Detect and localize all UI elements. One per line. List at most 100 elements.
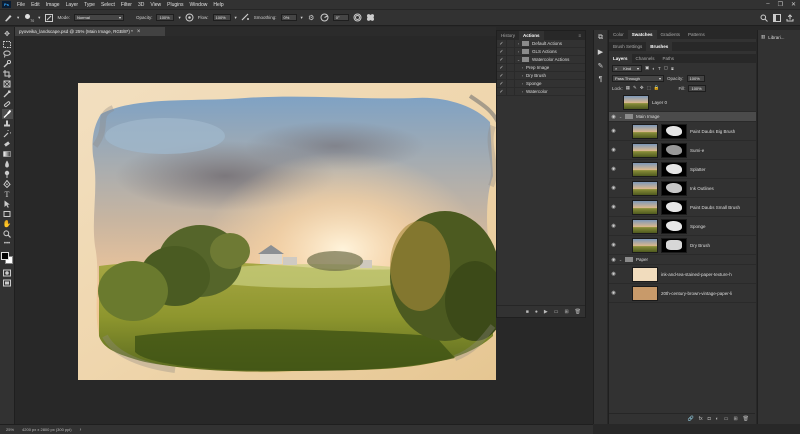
new-action-icon[interactable]: ⊞ [564, 309, 568, 315]
preset-dropdown-caret[interactable]: ▾ [17, 15, 19, 21]
layer-row[interactable]: ◉ Paint Daubs Big Brush [609, 122, 756, 141]
menu-help[interactable]: Help [210, 2, 226, 8]
dialog-toggle[interactable] [506, 87, 515, 96]
eye-icon[interactable]: ◉ [609, 204, 618, 210]
more-tools-icon[interactable]: ••• [2, 239, 13, 249]
quick-mask-icon[interactable] [2, 268, 13, 278]
layer-opacity-field[interactable]: 100% [686, 74, 705, 82]
filter-shape-icon[interactable]: ▢ [664, 65, 668, 71]
marquee-tool-icon[interactable] [2, 39, 13, 49]
layer-row[interactable]: ◉ Ink Outlines [609, 179, 756, 198]
document-canvas[interactable] [15, 36, 496, 424]
status-arrow-icon[interactable]: › [80, 427, 82, 433]
symmetry-butterfly-icon[interactable] [366, 13, 375, 22]
eye-icon[interactable]: ◉ [609, 114, 618, 120]
link-layers-icon[interactable]: 🔗 [688, 416, 694, 422]
zoom-level[interactable]: 25% [6, 427, 14, 432]
eye-icon[interactable]: ◉ [609, 166, 618, 172]
toggle-checkmark-icon[interactable]: ✓ [497, 49, 506, 55]
layer-row[interactable]: ◉ 20th-century-brown-vintage-paper-li [609, 284, 756, 303]
eye-icon[interactable]: ◉ [609, 128, 618, 134]
eyedropper-tool-icon[interactable] [2, 89, 13, 99]
toggle-checkmark-icon[interactable]: ✓ [497, 65, 506, 71]
smoothing-caret[interactable]: ▾ [301, 15, 303, 21]
smoothing-options-gear-icon[interactable]: ⚙ [307, 13, 316, 22]
add-mask-icon[interactable]: ◘ [708, 416, 711, 422]
eye-icon[interactable]: ◉ [609, 290, 618, 296]
chevron-right-icon[interactable]: › [515, 49, 522, 54]
tab-gradients[interactable]: Gradients [657, 30, 685, 39]
menu-image[interactable]: Image [43, 2, 63, 8]
photoshop-logo[interactable]: Ps [2, 1, 11, 8]
pressure-opacity-icon[interactable] [185, 13, 194, 22]
chevron-right-icon[interactable]: › [515, 41, 522, 46]
menu-edit[interactable]: Edit [28, 2, 43, 8]
blend-mode-select[interactable]: Pass Through ▾ [612, 74, 664, 82]
blur-tool-icon[interactable] [2, 159, 13, 169]
chevron-right-icon[interactable]: › [519, 65, 526, 70]
layer-filter-select[interactable]: ⌕ Kind ▾ [612, 64, 642, 72]
clone-stamp-tool-icon[interactable] [2, 119, 13, 129]
type-tool-icon[interactable]: T [2, 189, 13, 199]
crop-tool-icon[interactable] [2, 69, 13, 79]
tab-brush-settings[interactable]: Brush Settings [609, 42, 646, 51]
new-set-folder-icon[interactable]: ▭ [554, 309, 559, 315]
zoom-tool-icon[interactable] [2, 229, 13, 239]
filter-adjustment-icon[interactable]: ◐ [652, 66, 655, 71]
layer-style-icon[interactable]: fx [699, 416, 703, 422]
layer-group-row[interactable]: ◉ ⌄ Paper [609, 255, 756, 265]
filter-pixel-icon[interactable]: ▣ [645, 65, 649, 71]
flow-caret[interactable]: ▾ [235, 15, 237, 21]
flow-field[interactable]: 100% [212, 14, 231, 21]
dialog-toggle[interactable] [506, 55, 515, 64]
screen-mode-icon[interactable] [2, 278, 13, 288]
chevron-right-icon[interactable]: › [519, 81, 526, 86]
foreground-background-colors[interactable] [1, 252, 13, 264]
adjustment-layer-icon[interactable]: ◐ [716, 416, 719, 422]
foreground-color-swatch[interactable] [1, 252, 9, 260]
layer-row[interactable]: ◉ Paint Daubs Small Brush [609, 198, 756, 217]
eraser-tool-icon[interactable] [2, 139, 13, 149]
brush-tool-icon[interactable] [1, 109, 13, 119]
new-group-icon[interactable]: ▭ [724, 416, 729, 422]
dialog-toggle[interactable] [506, 63, 515, 72]
layer-row[interactable]: ◉ Splatter [609, 160, 756, 179]
dialog-toggle[interactable] [506, 47, 515, 56]
eye-icon[interactable]: ◉ [609, 223, 618, 229]
chevron-down-icon[interactable]: ⌄ [618, 114, 623, 119]
close-window-button[interactable]: ✕ [791, 1, 796, 8]
mode-select[interactable]: Normal ▾ [73, 14, 124, 21]
lasso-tool-icon[interactable] [2, 49, 13, 59]
menu-layer[interactable]: Layer [63, 2, 82, 8]
brush-size-caret[interactable]: ▾ [38, 15, 40, 21]
dialog-toggle[interactable] [506, 39, 515, 48]
libraries-button[interactable]: ▥ Librari... [758, 30, 800, 44]
layer-row[interactable]: ◉ Sumi-e [609, 141, 756, 160]
stop-icon[interactable]: ■ [526, 309, 529, 315]
document-tab[interactable]: pyoveika_landscape.psd @ 25% (Main Image… [15, 27, 165, 36]
chevron-right-icon[interactable]: › [519, 89, 526, 94]
pen-tool-icon[interactable] [2, 179, 13, 189]
move-tool-icon[interactable]: ✥ [2, 29, 13, 39]
workspace-icon[interactable] [772, 13, 781, 22]
fill-field[interactable]: 100% [688, 84, 707, 92]
new-layer-icon[interactable]: ⊞ [733, 416, 737, 422]
brush-settings-icon[interactable] [44, 13, 53, 22]
layer-row[interactable]: ◉ Dry Brush [609, 236, 756, 255]
layer-row[interactable]: Layer 0 [609, 93, 756, 112]
chevron-down-icon[interactable]: ⌄ [618, 257, 623, 262]
menu-window[interactable]: Window [187, 2, 211, 8]
filter-type-icon[interactable]: T [658, 66, 661, 71]
path-selection-tool-icon[interactable] [2, 199, 13, 209]
layer-row[interactable]: ◉ ink-and-tea-stained-paper-texture-h [609, 265, 756, 284]
menu-filter[interactable]: Filter [118, 2, 135, 8]
panel-menu-icon[interactable]: ≡ [574, 31, 585, 40]
airbrush-icon[interactable] [241, 13, 250, 22]
dodge-tool-icon[interactable] [2, 169, 13, 179]
canvas-area[interactable] [15, 36, 496, 424]
eye-icon[interactable]: ◉ [609, 242, 618, 248]
tab-swatches[interactable]: Swatches [627, 30, 657, 39]
frame-tool-icon[interactable] [2, 79, 13, 89]
tab-brushes[interactable]: Brushes [646, 42, 673, 51]
share-icon[interactable] [785, 13, 794, 22]
